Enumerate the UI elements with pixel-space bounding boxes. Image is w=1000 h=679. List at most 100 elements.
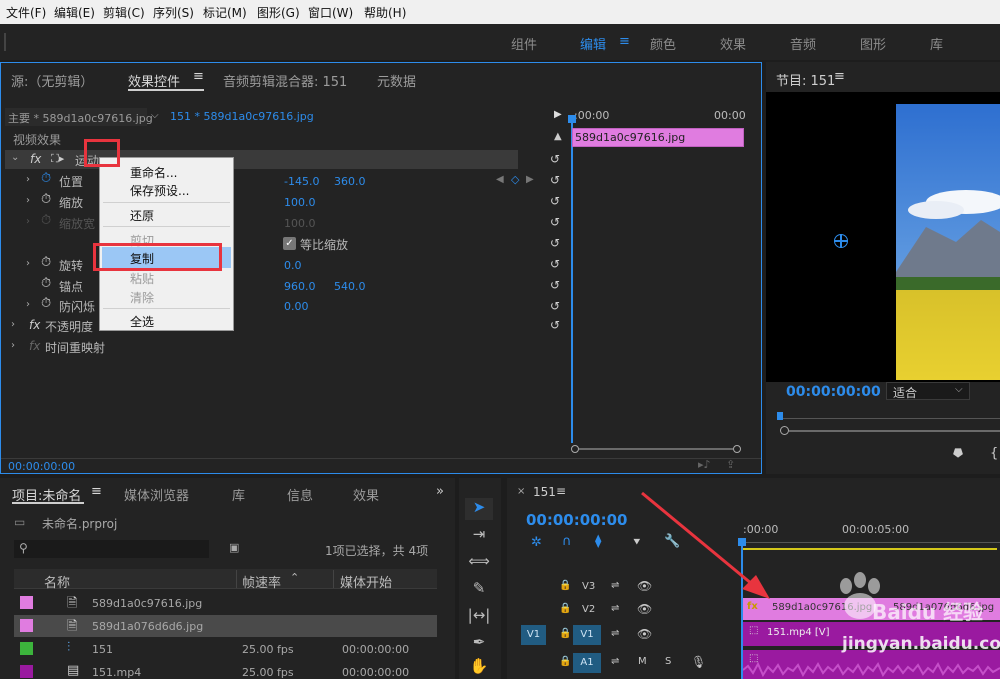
playhead-handle[interactable] (568, 115, 576, 123)
effect-timecode[interactable]: 00:00:00:00 (8, 460, 75, 473)
expand-icon[interactable]: › (26, 258, 30, 269)
panel-menu-icon[interactable]: ≡ (193, 69, 204, 84)
lock-icon[interactable]: 🔒 (559, 580, 571, 591)
col-framerate[interactable]: 帧速率 (242, 572, 281, 591)
play-arrow-icon[interactable]: ▶ (554, 109, 562, 120)
menu-clip[interactable]: 剪辑(C) (103, 4, 145, 21)
menu-item-reset[interactable]: 还原 (130, 207, 154, 224)
track-target-a1[interactable]: A1 (573, 653, 601, 673)
sequence-tab[interactable]: 151 (533, 485, 556, 499)
workspace-graphics[interactable]: 图形 (860, 34, 886, 53)
new-bin-icon[interactable]: ▣ (229, 541, 239, 554)
col-name[interactable]: 名称 (44, 572, 70, 591)
reset-icon[interactable]: ↺ (550, 258, 564, 270)
workspace-editing[interactable]: 编辑 (580, 34, 606, 53)
chevron-down-icon[interactable]: ⌵ (151, 110, 159, 121)
workspace-libraries[interactable]: 库 (930, 34, 943, 53)
tab-libraries[interactable]: 库 (232, 485, 245, 504)
more-tabs-icon[interactable]: » (436, 484, 444, 499)
anchor-y[interactable]: 540.0 (334, 280, 366, 293)
pen-tool-icon[interactable]: ✒ (465, 633, 493, 655)
expand-icon[interactable]: › (26, 299, 30, 310)
reset-icon[interactable]: ↺ (550, 237, 564, 249)
stopwatch-icon[interactable]: ⏱ (41, 192, 51, 207)
table-row[interactable]: ▤ 151.mp4 25.00 fps 00:00:00:00 (14, 661, 437, 679)
keyframe-prev-icon[interactable]: ◀ (496, 174, 504, 185)
menu-edit[interactable]: 编辑(E) (54, 4, 95, 21)
menu-item-save-preset[interactable]: 保存预设... (130, 182, 189, 199)
scale-value[interactable]: 100.0 (284, 196, 316, 209)
tab-source[interactable]: 源:（无剪辑） (11, 71, 93, 90)
sync-lock-icon[interactable]: ⇌ (611, 580, 619, 591)
stopwatch-icon[interactable]: ⏱ (41, 255, 51, 270)
stopwatch-icon[interactable]: ⏱ (41, 276, 51, 291)
master-clip-selector[interactable]: 主要 * 589d1a0c97616.jpg (5, 108, 153, 126)
workspace-effects[interactable]: 效果 (720, 34, 746, 53)
workspace-color[interactable]: 颜色 (650, 34, 676, 53)
tab-audio-mixer[interactable]: 音频剪辑混合器: 151 (223, 71, 347, 90)
reset-icon[interactable]: ↺ (550, 174, 564, 186)
menu-help[interactable]: 帮助(H) (364, 4, 406, 21)
tab-media-browser[interactable]: 媒体浏览器 (124, 485, 189, 504)
mini-clip[interactable]: 589d1a0c97616.jpg (572, 128, 744, 147)
lock-icon[interactable]: 🔒 (559, 656, 571, 667)
table-row[interactable]: ⫶ 151 25.00 fps 00:00:00:00 (14, 638, 437, 660)
expand-chevron-icon[interactable]: ⌄ (11, 152, 19, 163)
sort-asc-icon[interactable]: ⌃ (290, 571, 299, 584)
slip-tool-icon[interactable]: |↔| (465, 606, 493, 628)
fit-dropdown[interactable]: 适合 ⌵ (886, 382, 970, 400)
program-zoom-bar[interactable] (789, 430, 1000, 432)
program-timecode[interactable]: 00:00:00:00 (786, 384, 881, 400)
collapse-up-icon[interactable]: ▲ (554, 131, 562, 142)
clip-v2[interactable]: fx 589d1a0c97616.jpg 589d1a076d6d6.jpg (743, 598, 1000, 620)
position-x[interactable]: -145.0 (284, 175, 319, 188)
mini-timeline-scrollbar[interactable] (571, 445, 741, 453)
tab-effects[interactable]: 效果 (353, 485, 379, 504)
stopwatch-icon[interactable]: ⏱ (41, 171, 51, 186)
sequence-clip-label[interactable]: 151 * 589d1a0c97616.jpg (170, 110, 314, 123)
tab-effect-controls[interactable]: 效果控件 (128, 71, 180, 90)
program-title[interactable]: 节目: 151 (776, 70, 835, 89)
table-row[interactable]: 🗎 589d1a076d6d6.jpg (14, 615, 437, 637)
ripple-edit-tool-icon[interactable]: ⟺ (465, 552, 493, 574)
workspace-audio[interactable]: 音频 (790, 34, 816, 53)
sync-lock-icon[interactable]: ⇌ (611, 603, 619, 614)
lock-icon[interactable]: 🔒 (559, 628, 571, 639)
transform-icon[interactable]: ⛶▸ (51, 152, 64, 166)
mark-in-icon[interactable]: { (990, 446, 998, 461)
microphone-icon[interactable]: 🎙 (691, 655, 706, 669)
reset-icon[interactable]: ↺ (550, 195, 564, 207)
menu-sequence[interactable]: 序列(S) (153, 4, 194, 21)
reset-icon[interactable]: ↺ (550, 319, 564, 331)
col-media-start[interactable]: 媒体开始 (340, 572, 392, 591)
anti-flicker-value[interactable]: 0.00 (284, 300, 309, 313)
anchor-x[interactable]: 960.0 (284, 280, 316, 293)
tab-metadata[interactable]: 元数据 (377, 71, 416, 90)
menu-file[interactable]: 文件(F) (6, 4, 46, 21)
expand-icon[interactable]: › (11, 319, 15, 330)
workspace-menu-icon[interactable]: ≡ (619, 34, 630, 49)
tab-info[interactable]: 信息 (287, 485, 313, 504)
eye-icon[interactable]: 👁 (637, 627, 652, 641)
search-input[interactable]: ⚲ (14, 540, 209, 558)
source-patch-v1[interactable]: V1 (521, 625, 546, 645)
snap-icon[interactable]: ∩ (562, 534, 572, 549)
workspace-assembly[interactable]: 组件 (511, 34, 537, 53)
rotation-value[interactable]: 0.0 (284, 259, 302, 272)
sync-lock-icon[interactable]: ⇌ (611, 628, 619, 639)
audio-solo-icon[interactable]: ▸♪ (698, 458, 711, 471)
panel-menu-icon[interactable]: ≡ (556, 484, 566, 498)
lock-icon[interactable]: 🔒 (559, 603, 571, 614)
menu-markers[interactable]: 标记(M) (203, 4, 247, 21)
program-scrub-bar[interactable] (778, 418, 1000, 419)
stopwatch-icon[interactable]: ⏱ (41, 296, 51, 311)
track-target-v1[interactable]: V1 (573, 625, 601, 645)
mute-button[interactable]: M (638, 656, 647, 667)
track-select-tool-icon[interactable]: ⇥ (465, 525, 493, 547)
menu-graphics[interactable]: 图形(G) (257, 4, 300, 21)
reset-icon[interactable]: ↺ (550, 279, 564, 291)
expand-icon[interactable]: › (11, 340, 15, 351)
menu-item-select-all[interactable]: 全选 (130, 313, 154, 330)
keyframe-next-icon[interactable]: ▶ (526, 174, 534, 185)
clip-a1[interactable]: ⬚ (743, 650, 1000, 679)
